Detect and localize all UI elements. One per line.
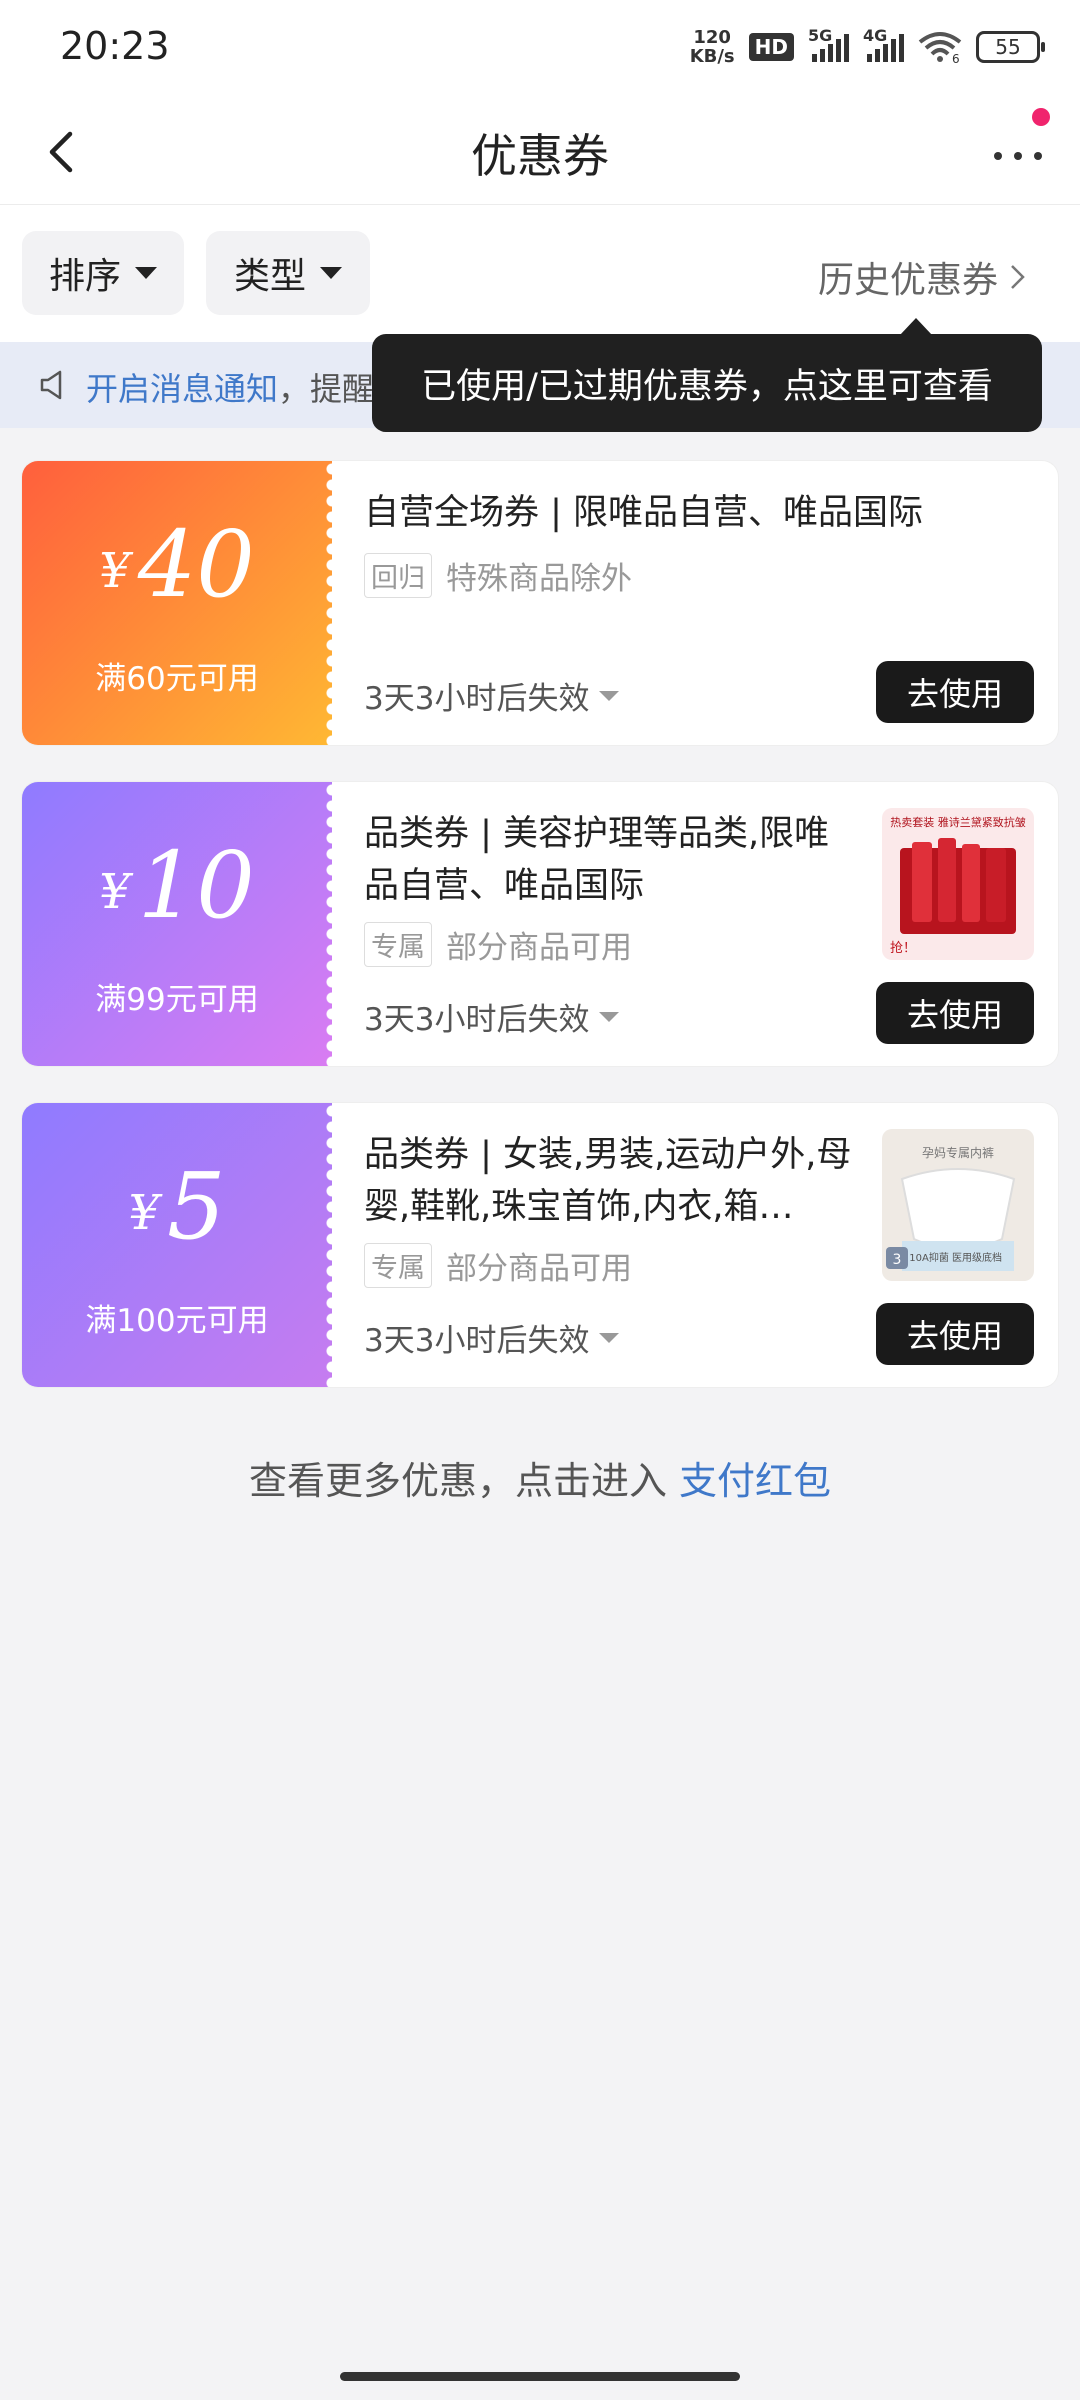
caret-down-icon <box>135 267 157 279</box>
coupon-expiry[interactable]: 3天3小时后失效 <box>364 1315 620 1360</box>
battery-icon: 55 <box>976 31 1045 63</box>
coupon-condition: 满100元可用 <box>85 1303 269 1339</box>
coupon-tag: 专属 <box>364 1243 432 1288</box>
product-thumbnail[interactable]: 热卖套装 雅诗兰黛紧致抗皱 抢！ <box>882 808 1034 960</box>
coupon-tag-row: 回归 特殊商品除外 <box>364 553 632 598</box>
signal-5g-icon: 5G <box>808 26 849 62</box>
signal-4g-icon: 4G <box>863 26 904 62</box>
payment-red-packet-link[interactable]: 支付红包 <box>679 1459 831 1503</box>
coupon-tag: 专属 <box>364 922 432 967</box>
coupon-amount: ¥10 <box>99 832 255 939</box>
chevron-right-icon <box>1011 265 1025 289</box>
caret-down-icon <box>599 1332 620 1343</box>
coupon-tag: 回归 <box>364 553 432 598</box>
coupon-title: 品类券 | 美容护理等品类,限唯品自营、唯品国际 <box>364 814 830 906</box>
history-label: 历史优惠券 <box>817 260 998 301</box>
coupon-card: ¥5 满100元可用 品类券 | 女装,男装,运动户外,母婴,鞋靴,珠宝首饰,内… <box>22 1103 1058 1387</box>
coupon-amount: ¥40 <box>99 511 255 618</box>
type-dropdown[interactable]: 类型 <box>206 231 370 315</box>
sort-label: 排序 <box>48 256 121 297</box>
sort-dropdown[interactable]: 排序 <box>22 231 184 315</box>
page-title: 优惠券 <box>471 129 609 183</box>
hd-icon: HD <box>748 33 794 61</box>
notice-text: 开启消息通知，提醒 <box>86 370 375 408</box>
coupon-expiry[interactable]: 3天3小时后失效 <box>364 994 620 1039</box>
coupon-card: ¥10 满99元可用 品类券 | 美容护理等品类,限唯品自营、唯品国际 专属 部… <box>22 782 1058 1066</box>
tooltip-text: 已使用/已过期优惠券，点这里可查看 <box>421 366 993 407</box>
coupon-title: 自营全场券 | 限唯品自营、唯品国际 <box>364 493 924 533</box>
history-coupons-link[interactable]: 历史优惠券 <box>818 251 1028 303</box>
use-coupon-button[interactable]: 去使用 <box>876 982 1034 1044</box>
notification-dot <box>1032 108 1050 126</box>
coupon-expiry[interactable]: 3天3小时后失效 <box>364 673 620 718</box>
use-coupon-button[interactable]: 去使用 <box>876 1303 1034 1365</box>
svg-text:抢！: 抢！ <box>890 940 916 956</box>
tooltip-arrow <box>900 318 932 335</box>
network-speed: 120 KB/s <box>689 27 735 67</box>
coupon-tag-row: 专属 部分商品可用 <box>364 1243 632 1288</box>
svg-text:10A抑菌 医用级底档: 10A抑菌 医用级底档 <box>909 1251 1002 1264</box>
speaker-icon <box>40 370 62 400</box>
use-coupon-button[interactable]: 去使用 <box>876 661 1034 723</box>
status-icons: 120 KB/s HD 5G 4G 6 55 <box>689 26 1045 67</box>
svg-text:6: 6 <box>952 52 960 64</box>
nav-bar: 优惠券 <box>0 100 1080 205</box>
type-label: 类型 <box>233 256 306 297</box>
svg-text:热卖套装 雅诗兰黛紧致抗皱: 热卖套装 雅诗兰黛紧致抗皱 <box>890 815 1026 829</box>
coupon-scope: 部分商品可用 <box>446 1251 632 1287</box>
coupon-value-panel: ¥40 满60元可用 <box>22 461 340 745</box>
coupon-scope: 特殊商品除外 <box>446 561 632 597</box>
coupon-condition: 满60元可用 <box>95 661 259 697</box>
coupon-scope: 部分商品可用 <box>446 930 632 966</box>
caret-down-icon <box>599 1011 620 1022</box>
svg-text:孕妈专属内裤: 孕妈专属内裤 <box>922 1145 994 1160</box>
wifi-icon: 6 <box>918 32 962 64</box>
svg-text:3: 3 <box>893 1252 902 1268</box>
more-dots-icon[interactable] <box>990 136 1046 176</box>
caret-down-icon <box>599 690 620 701</box>
coupon-value-panel: ¥10 满99元可用 <box>22 782 340 1066</box>
coupon-amount: ¥5 <box>128 1153 226 1260</box>
coupon-value-panel: ¥5 满100元可用 <box>22 1103 340 1387</box>
product-thumbnail[interactable]: 孕妈专属内裤 10A抑菌 医用级底档 3 <box>882 1129 1034 1281</box>
home-indicator[interactable] <box>340 2372 740 2381</box>
enable-notification-link[interactable]: 开启消息通知 <box>86 370 278 408</box>
caret-down-icon <box>320 267 342 279</box>
coupon-condition: 满99元可用 <box>95 982 259 1018</box>
history-tooltip[interactable]: 已使用/已过期优惠券，点这里可查看 <box>372 334 1042 432</box>
status-time: 20:23 <box>60 24 170 68</box>
more-offers-line: 查看更多优惠，点击进入 支付红包 <box>248 1459 832 1503</box>
status-bar: 20:23 120 KB/s HD 5G 4G 6 55 <box>0 0 1080 100</box>
coupon-title: 品类券 | 女装,男装,运动户外,母婴,鞋靴,珠宝首饰,内衣,箱… <box>364 1135 852 1227</box>
coupon-tag-row: 专属 部分商品可用 <box>364 922 632 967</box>
coupon-card: ¥40 满60元可用 自营全场券 | 限唯品自营、唯品国际 回归 特殊商品除外 … <box>22 461 1058 745</box>
